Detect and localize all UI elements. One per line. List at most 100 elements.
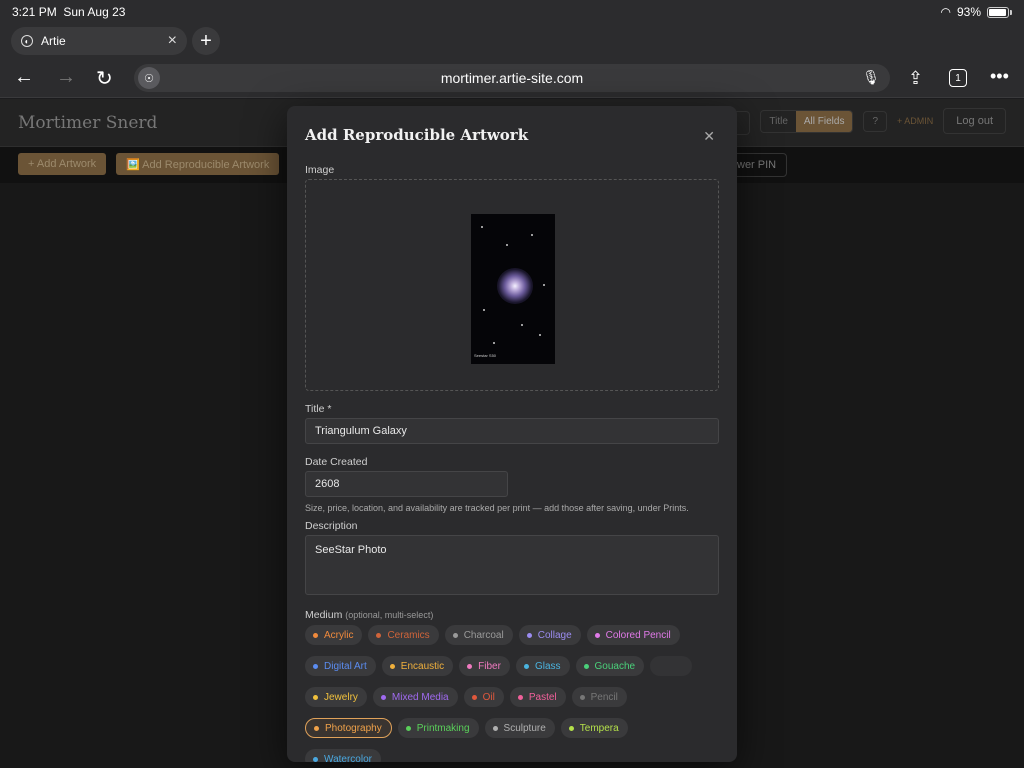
color-dot-icon [467, 663, 473, 669]
medium-chip-label: Colored Pencil [605, 629, 671, 641]
description-input[interactable]: SeeStar Photo [305, 535, 719, 595]
medium-chip-jewelry[interactable]: Jewelry [305, 687, 367, 707]
close-icon[interactable]: ✕ [703, 128, 715, 145]
microphone-icon[interactable]: 🎙 [862, 69, 880, 86]
battery-percent: 93% [956, 5, 981, 19]
medium-chip-label: Fiber [478, 660, 501, 672]
galaxy-image [497, 268, 533, 304]
medium-chip-label: Oil [482, 691, 495, 703]
color-dot-icon [313, 756, 318, 762]
medium-chip-label: Printmaking [416, 722, 470, 734]
medium-chip-gouache[interactable]: Gouache [575, 656, 645, 676]
medium-chip-oil[interactable]: Oil [463, 687, 504, 707]
thumbnail-caption: Seestar S50 [474, 353, 497, 358]
medium-chip-label: Pastel [528, 691, 557, 703]
browser-tab[interactable]: ◐ Artie × [11, 27, 187, 55]
add-reproducible-artwork-button[interactable]: 🖼️ Add Reproducible Artwork [116, 153, 280, 175]
date-created-input[interactable]: 2608 [305, 471, 508, 497]
color-dot-icon [517, 694, 523, 700]
address-bar[interactable]: ☉ mortimer.artie-site.com 🎙 [134, 64, 890, 92]
tab-bar: ◐ Artie × + [0, 24, 1024, 58]
browser-toolbar: ← → ↻ ☉ mortimer.artie-site.com 🎙 ⇪ 1 ••… [0, 58, 1024, 98]
color-dot-icon [471, 694, 477, 700]
search-mode-title[interactable]: Title [761, 111, 796, 132]
medium-chip-row: Photography Printmaking Sculpture Tempera [305, 718, 725, 738]
share-icon[interactable]: ⇪ [908, 68, 923, 89]
close-tab-icon[interactable]: × [168, 32, 177, 50]
color-dot-icon [594, 632, 600, 638]
reload-icon[interactable]: ↻ [96, 66, 113, 91]
medium-chip-digital-art[interactable]: Digital Art [305, 656, 376, 676]
tab-title: Artie [41, 34, 66, 48]
color-dot-icon [313, 632, 318, 638]
image-dropzone[interactable]: Seestar S50 [305, 179, 719, 391]
medium-chip-label: Encaustic [400, 660, 445, 672]
medium-chip-printmaking[interactable]: Printmaking [397, 718, 479, 738]
color-dot-icon [523, 663, 529, 669]
help-button[interactable]: ? [863, 110, 888, 132]
wifi-icon: ◠ [940, 5, 951, 19]
back-icon[interactable]: ← [14, 66, 34, 89]
color-dot-icon [314, 725, 319, 731]
title-label: Title * [305, 403, 332, 415]
medium-chip-acrylic[interactable]: Acrylic [305, 625, 363, 645]
medium-chip-label: Charcoal [463, 629, 504, 641]
medium-chip-row: Acrylic Ceramics Charcoal Collage Colored Pe… [305, 625, 725, 645]
new-tab-button[interactable]: + [192, 27, 220, 55]
prints-hint: Size, price, location, and availability … [305, 503, 689, 513]
medium-chip-ceramics[interactable]: Ceramics [368, 625, 439, 645]
medium-label: Medium (optional, multi-select) [305, 609, 434, 621]
medium-chip-fiber[interactable]: Fiber [459, 656, 510, 676]
search-mode-all-fields[interactable]: All Fields [795, 110, 853, 132]
medium-chip-label: Photography [325, 722, 382, 734]
medium-chip-watercolor[interactable]: Watercolor [305, 749, 381, 762]
privacy-icon[interactable]: ☉ [138, 67, 160, 89]
color-dot-icon [492, 725, 498, 731]
date-created-label: Date Created [305, 456, 368, 468]
search-mode-toggle: Title All Fields [760, 109, 854, 133]
medium-chip-pastel[interactable]: Pastel [509, 687, 566, 707]
medium-chip-label: Ceramics [387, 629, 430, 641]
medium-chip-colored-pencil[interactable]: Colored Pencil [586, 625, 680, 645]
image-thumbnail: Seestar S50 [471, 214, 555, 364]
color-dot-icon [526, 632, 532, 638]
add-artwork-button[interactable]: + Add Artwork [18, 153, 107, 175]
color-dot-icon [405, 725, 411, 731]
color-dot-icon [452, 632, 458, 638]
medium-chip-mixed-media[interactable]: Mixed Media [372, 687, 458, 707]
modal-title: Add Reproducible Artwork [305, 126, 529, 144]
color-dot-icon [313, 694, 318, 700]
medium-chip-label: Digital Art [324, 660, 367, 672]
medium-chip-label: Pencil [590, 691, 618, 703]
color-dot-icon [568, 725, 574, 731]
tab-count-icon[interactable]: 1 [949, 69, 967, 87]
medium-chip-blank[interactable] [650, 656, 693, 676]
forward-icon[interactable]: → [56, 66, 76, 89]
medium-chip-tempera[interactable]: Tempera [560, 718, 628, 738]
medium-chip-glass[interactable]: Glass [515, 656, 570, 676]
battery-icon [987, 6, 1009, 18]
more-icon[interactable]: ••• [990, 66, 1009, 87]
image-label: Image [305, 164, 335, 176]
globe-icon: ◐ [21, 35, 33, 47]
color-dot-icon [579, 694, 585, 700]
color-dot-icon [313, 663, 318, 669]
logout-button[interactable]: Log out [943, 108, 1006, 134]
medium-chip-charcoal[interactable]: Charcoal [444, 625, 513, 645]
medium-chip-pencil[interactable]: Pencil [571, 687, 627, 707]
medium-chip-label: Collage [537, 629, 572, 641]
title-input[interactable]: Triangulum Galaxy [305, 418, 719, 444]
medium-chip-encaustic[interactable]: Encaustic [381, 656, 454, 676]
color-dot-icon [380, 694, 386, 700]
color-dot-icon [583, 663, 589, 669]
medium-chip-photography[interactable]: Photography [305, 718, 392, 738]
color-dot-icon [389, 663, 395, 669]
medium-chip-sculpture[interactable]: Sculpture [484, 718, 555, 738]
medium-chip-label: Jewelry [324, 691, 358, 703]
medium-chip-list: Acrylic Ceramics Charcoal Collage Colored Pe… [305, 625, 725, 762]
medium-chip-collage[interactable]: Collage [518, 625, 581, 645]
admin-link[interactable]: + ADMIN [897, 116, 933, 126]
medium-chip-row: Watercolor [305, 749, 725, 762]
url-text: mortimer.artie-site.com [440, 70, 584, 86]
medium-chip-label: Mixed Media [391, 691, 449, 703]
